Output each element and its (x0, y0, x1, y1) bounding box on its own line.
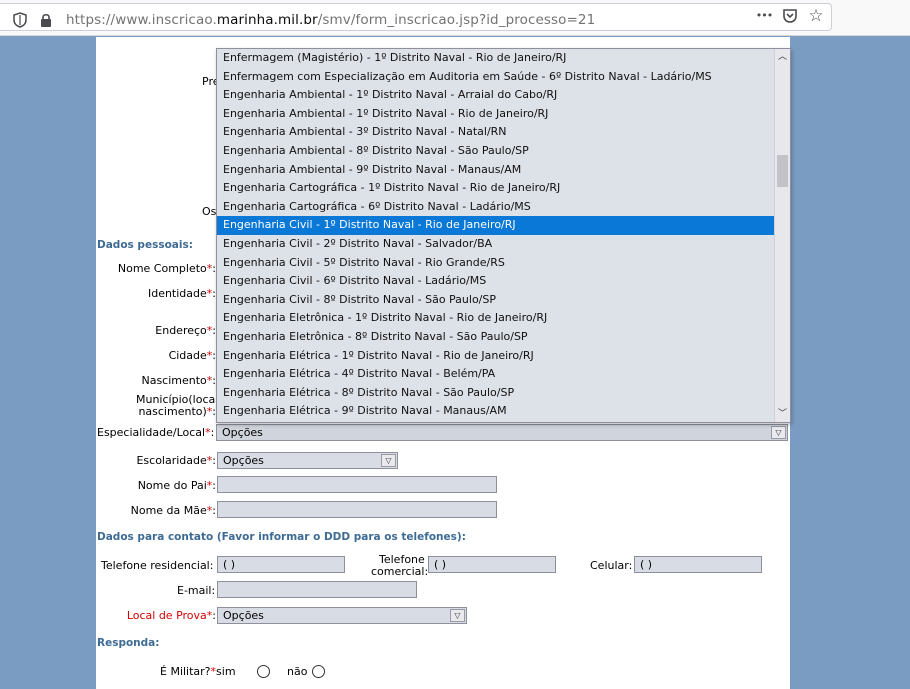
select-value: Opções (222, 426, 263, 439)
label-nao: não (287, 665, 308, 678)
chevron-down-icon[interactable]: ▽ (450, 609, 465, 622)
label-celular: Celular: (590, 559, 633, 572)
select-value: Opções (223, 454, 264, 467)
label-nome-completo: Nome Completo*: (118, 262, 216, 275)
dropdown-option[interactable]: Engenharia Eletrônica - 8º Distrito Nava… (217, 328, 775, 347)
dropdown-option[interactable]: Engenharia Eletrônica - 1º Distrito Nava… (217, 309, 775, 328)
browser-toolbar: https://www.inscricao.marinha.mil.br/smv… (0, 0, 910, 36)
shield-icon[interactable] (12, 12, 28, 28)
colon: : (210, 426, 215, 439)
option-sim-label: sim (216, 665, 236, 678)
lock-icon[interactable] (38, 12, 54, 28)
label-text: nascimento) (138, 405, 207, 418)
url-path: /smv/form_inscricao.jsp?id_processo=21 (317, 12, 596, 28)
select-value: Opções (223, 609, 264, 622)
dropdown-option[interactable]: Engenharia Ambiental - 9º Distrito Naval… (217, 161, 775, 180)
dropdown-option[interactable]: Engenharia Civil - 8º Distrito Naval - S… (217, 291, 775, 310)
dropdown-option[interactable]: Engenharia Cartográfica - 1º Distrito Na… (217, 179, 775, 198)
chevron-down-icon[interactable]: ▽ (771, 426, 786, 439)
dropdown-scrollbar[interactable]: ︿ ﹀ (774, 49, 790, 422)
dropdown-option[interactable]: Engenharia Civil - 2º Distrito Naval - S… (217, 235, 775, 254)
nome-pai-input[interactable] (217, 476, 497, 493)
label-nome-mae: Nome da Mãe*: (131, 504, 216, 517)
label-text: Nascimento (141, 374, 207, 387)
label-text: Escolaridade (136, 454, 207, 467)
url-prefix: https://www.inscricao. (66, 12, 217, 28)
section-dados-contato: Dados para contato (Favor informar o DDD… (97, 531, 466, 543)
celular-input[interactable]: ( ) (634, 556, 762, 573)
dropdown-option[interactable]: Engenharia Civil - 5º Distrito Naval - R… (217, 254, 775, 273)
scrollbar-thumb[interactable] (777, 155, 788, 187)
colon: : (212, 609, 216, 622)
label-nascimento: Nascimento*: (141, 374, 216, 387)
section-dados-pessoais: Dados pessoais: (97, 239, 193, 251)
dropdown-option[interactable]: Engenharia Ambiental - 1º Distrito Naval… (217, 86, 775, 105)
dropdown-option[interactable]: Engenharia Ambiental - 1º Distrito Naval… (217, 105, 775, 124)
especialidade-dropdown-list[interactable]: Enfermagem (Magistério) - 1º Distrito Na… (216, 48, 791, 423)
scroll-down-icon[interactable]: ﹀ (775, 406, 790, 422)
dropdown-option[interactable]: Engenharia Elétrica - 9º Distrito Naval … (217, 402, 775, 421)
dropdown-option[interactable]: Engenharia Elétrica - 4º Distrito Naval … (217, 365, 775, 384)
section-responda: Responda: (97, 637, 160, 649)
pocket-icon[interactable] (782, 8, 798, 24)
dropdown-option[interactable]: Engenharia Ambiental - 3º Distrito Naval… (217, 123, 775, 142)
radio-sim[interactable] (257, 665, 270, 678)
scroll-up-icon[interactable]: ︿ (775, 49, 790, 65)
label-text: Local de Prova (126, 609, 207, 622)
chevron-down-icon[interactable]: ▽ (381, 454, 396, 467)
label-email: E-mail: (177, 584, 216, 597)
dropdown-option[interactable]: Engenharia Ambiental - 8º Distrito Naval… (217, 142, 775, 161)
dropdown-options: Enfermagem (Magistério) - 1º Distrito Na… (217, 49, 790, 421)
tel-comercial-input[interactable]: ( ) (428, 556, 556, 573)
label-militar: É Militar?*sim (160, 665, 236, 678)
label-escolaridade: Escolaridade*: (136, 454, 216, 467)
tel-residencial-input[interactable]: ( ) (217, 556, 345, 573)
label-tel-comercial-line2: comercial: (371, 565, 429, 578)
dropdown-option[interactable]: Engenharia Elétrica - 8º Distrito Naval … (217, 384, 775, 403)
bookmark-star-icon[interactable]: ☆ (808, 8, 824, 25)
label-text: Nome do Pai (137, 479, 207, 492)
more-icon[interactable]: ••• (754, 8, 774, 24)
especialidade-select[interactable]: Opções ▽ (216, 424, 788, 441)
label-tel-residencial: Telefone residencial: (101, 559, 214, 572)
dropdown-option[interactable]: Engenharia Civil - 6º Distrito Naval - L… (217, 272, 775, 291)
dropdown-option[interactable]: Enfermagem com Especialização em Auditor… (217, 68, 775, 87)
colon: : (212, 479, 216, 492)
dropdown-option[interactable]: Engenharia Elétrica - 1º Distrito Naval … (217, 347, 775, 366)
dropdown-option[interactable]: Engenharia Civil - 1º Distrito Naval - R… (217, 216, 775, 235)
label-text: Especialidade/Local (97, 426, 206, 439)
dropdown-option[interactable]: Engenharia Cartográfica - 6º Distrito Na… (217, 198, 775, 217)
url-text[interactable]: https://www.inscricao.marinha.mil.br/smv… (66, 12, 595, 28)
label-text: Endereço (155, 324, 207, 337)
label-text: Cidade (168, 349, 207, 362)
label-text: Nome da Mãe (130, 504, 207, 517)
local-prova-select[interactable]: Opções ▽ (217, 607, 467, 624)
email-input[interactable] (217, 581, 417, 598)
label-cidade: Cidade*: (169, 349, 216, 362)
label-nome-pai: Nome do Pai*: (138, 479, 216, 492)
label-text: Nome Completo (117, 262, 207, 275)
label-endereco: Endereço*: (155, 324, 216, 337)
partial-label-obs: Os (202, 205, 217, 218)
colon: : (212, 504, 216, 517)
label-identidade: Identidade*: (148, 287, 216, 300)
url-bar[interactable]: https://www.inscricao.marinha.mil.br/smv… (0, 3, 832, 31)
escolaridade-select[interactable]: Opções ▽ (217, 452, 398, 469)
colon: : (212, 454, 216, 467)
label-text: Identidade (147, 287, 207, 300)
label-especialidade: Especialidade/Local*: (97, 426, 214, 439)
url-domain: marinha.mil.br (216, 12, 318, 28)
label-municipio-line2: nascimento)*: (138, 405, 216, 418)
nome-mae-input[interactable] (217, 501, 497, 518)
dropdown-option[interactable]: Enfermagem (Magistério) - 1º Distrito Na… (217, 49, 775, 68)
label-local-prova: Local de Prova*: (127, 609, 216, 622)
radio-nao[interactable] (312, 665, 325, 678)
label-text: É Militar? (160, 665, 211, 678)
